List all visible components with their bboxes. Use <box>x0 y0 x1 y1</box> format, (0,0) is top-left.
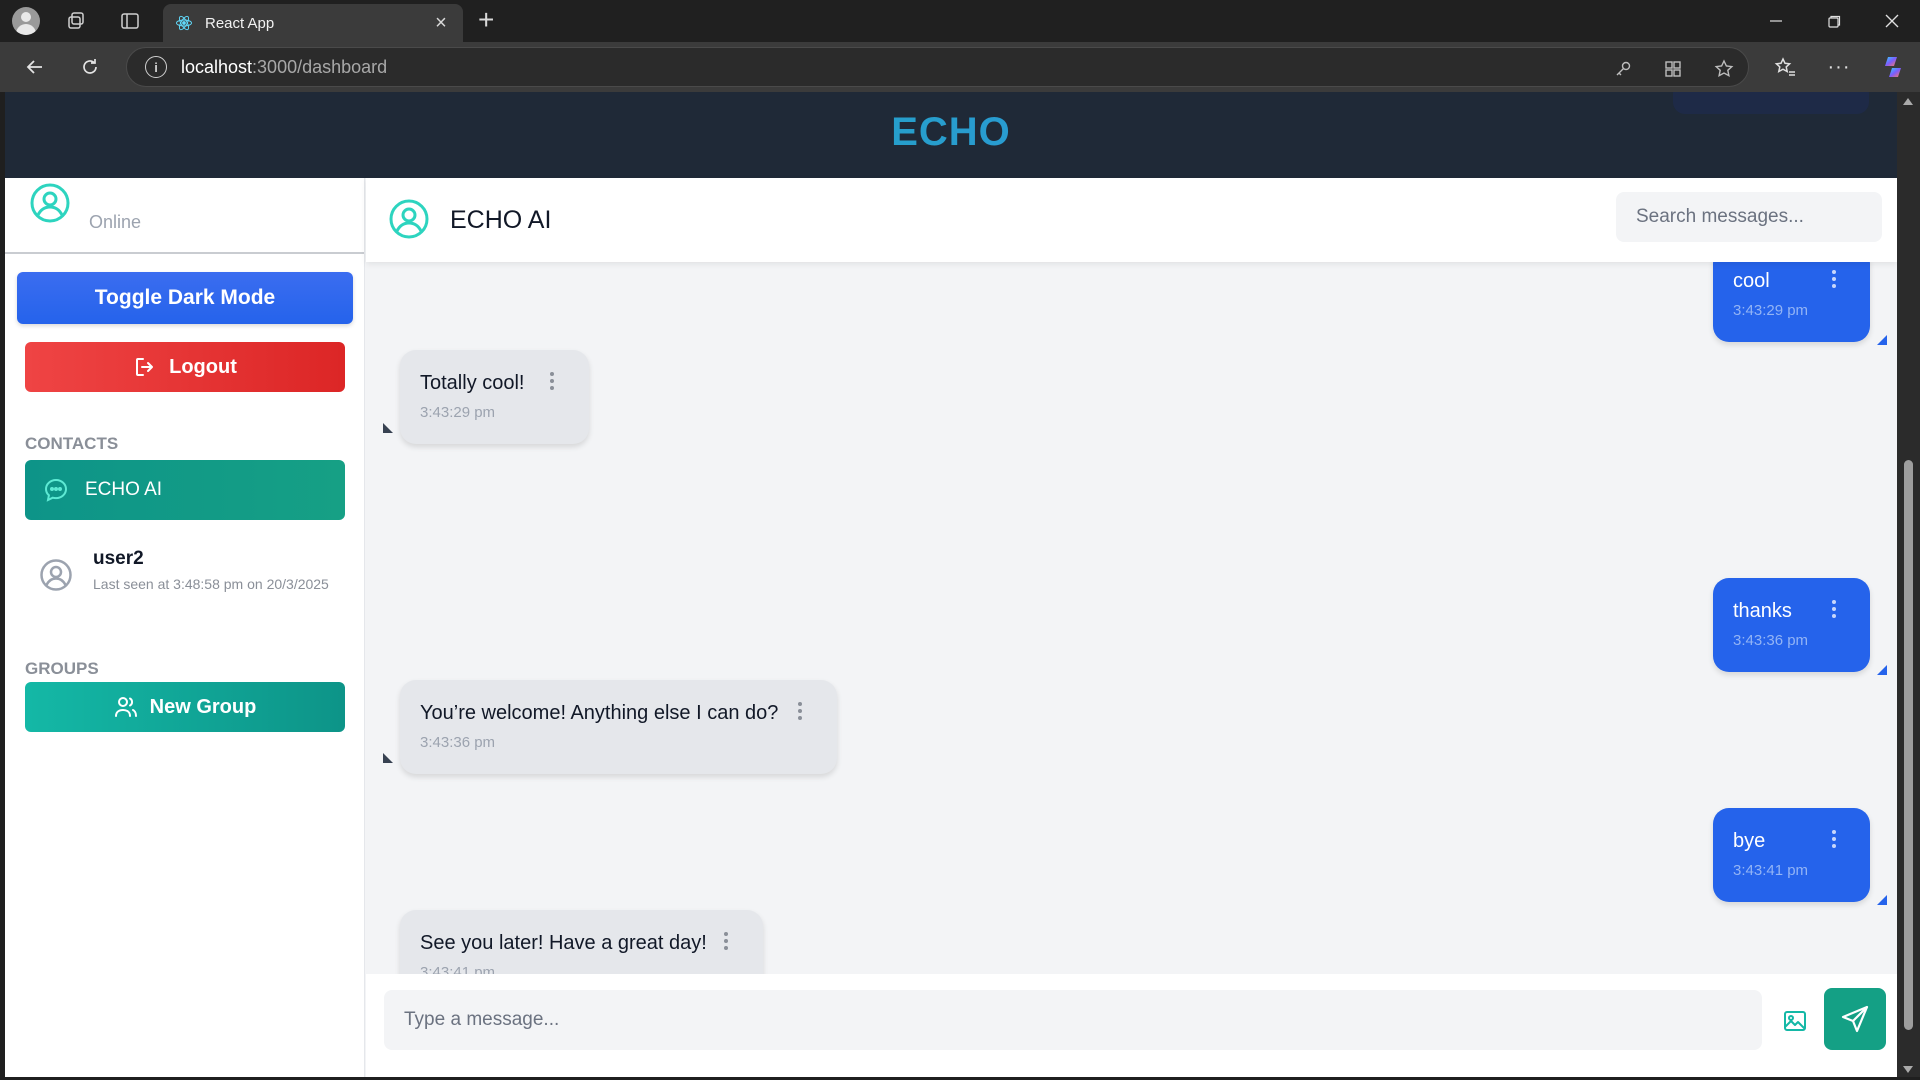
message-bubble-outgoing[interactable]: cool 3:43:29 pm <box>1713 262 1870 342</box>
message-time: 3:43:29 pm <box>1733 302 1809 319</box>
bubble-tail <box>1877 665 1887 675</box>
send-button[interactable] <box>1824 988 1886 1050</box>
back-icon[interactable] <box>20 52 50 82</box>
message-bubble-incoming[interactable]: Totally cool! 3:43:29 pm <box>400 350 589 444</box>
groups-heading: GROUPS <box>25 659 99 678</box>
message-text: You’re welcome! Anything else I can do? <box>420 702 779 724</box>
scroll-up-icon[interactable] <box>1903 98 1913 105</box>
profile-avatar-icon[interactable] <box>12 7 40 35</box>
contact-item-echo-ai[interactable]: ECHO AI <box>25 460 345 520</box>
contact-name: ECHO AI <box>85 479 163 500</box>
url-path: :3000/dashboard <box>252 56 388 77</box>
message-time: 3:43:41 pm <box>1733 862 1809 879</box>
message-menu-icon[interactable] <box>1832 600 1838 618</box>
logout-button[interactable]: Logout <box>25 342 345 392</box>
message-bubble-outgoing[interactable]: thanks 3:43:36 pm <box>1713 578 1870 672</box>
browser-toolbar: i localhost:3000/dashboard ··· <box>0 42 1920 92</box>
restore-icon[interactable] <box>1806 0 1862 42</box>
site-info-icon[interactable]: i <box>145 56 167 78</box>
url-host: localhost <box>181 56 253 77</box>
message-text: thanks <box>1733 600 1792 622</box>
user-avatar-icon <box>30 183 70 223</box>
app-page: ECHO Online Toggle Dark Mode Logout CONT… <box>5 92 1897 1077</box>
chat-bubble-icon <box>44 478 68 502</box>
app-header: ECHO <box>5 92 1897 178</box>
contact-last-seen: Last seen at 3:48:58 pm on 20/3/2025 <box>93 576 329 592</box>
current-user-panel: Online <box>5 178 364 254</box>
vertical-tabs-icon[interactable] <box>116 7 144 35</box>
scroll-down-icon[interactable] <box>1903 1066 1913 1073</box>
sidebar: Online Toggle Dark Mode Logout CONTACTS … <box>5 178 365 1077</box>
send-icon <box>1841 1005 1869 1033</box>
message-time: 3:43:36 pm <box>1733 632 1809 649</box>
react-favicon-icon <box>176 15 192 31</box>
copilot-icon[interactable] <box>1878 52 1908 82</box>
message-input[interactable] <box>384 990 1762 1050</box>
users-icon <box>114 697 137 717</box>
close-window-icon[interactable] <box>1864 0 1920 42</box>
logout-label: Logout <box>169 355 237 378</box>
chat-title: ECHO AI <box>450 206 552 234</box>
chat-header: ECHO AI <box>366 178 1897 262</box>
message-composer <box>366 974 1897 1077</box>
scrollbar-thumb[interactable] <box>1904 460 1913 1030</box>
minimize-icon[interactable] <box>1748 0 1804 42</box>
browser-tab-active[interactable]: React App × <box>163 4 463 42</box>
tab-close-icon[interactable]: × <box>431 12 451 35</box>
new-group-label: New Group <box>149 695 257 718</box>
address-bar[interactable]: i localhost:3000/dashboard <box>126 47 1749 87</box>
favorite-star-icon[interactable] <box>1713 58 1735 80</box>
more-options-icon[interactable]: ··· <box>1824 52 1854 82</box>
new-tab-icon[interactable]: + <box>478 6 494 34</box>
reload-icon[interactable] <box>75 52 105 82</box>
bubble-tail <box>1877 895 1887 905</box>
app-logo: ECHO <box>5 110 1897 155</box>
message-list[interactable]: cool 3:43:29 pm Totally cool! 3:43:29 pm… <box>366 262 1897 982</box>
bubble-tail <box>383 423 393 433</box>
message-text: bye <box>1733 830 1766 852</box>
message-menu-icon[interactable] <box>724 932 730 950</box>
bubble-tail <box>383 753 393 763</box>
image-icon[interactable] <box>1782 1008 1808 1034</box>
contact-name: user2 <box>93 548 144 569</box>
message-menu-icon[interactable] <box>798 702 804 720</box>
message-text: cool <box>1733 270 1770 292</box>
toggle-dark-mode-label: Toggle Dark Mode <box>94 286 276 309</box>
message-menu-icon[interactable] <box>1832 830 1838 848</box>
user-avatar-icon <box>40 559 72 591</box>
new-group-button[interactable]: New Group <box>25 682 345 732</box>
favorites-bar-icon[interactable] <box>1770 52 1800 82</box>
message-text: See you later! Have a great day! <box>420 932 707 954</box>
message-bubble-incoming[interactable]: You’re welcome! Anything else I can do? … <box>400 680 837 774</box>
message-menu-icon[interactable] <box>1832 270 1838 288</box>
toggle-dark-mode-button[interactable]: Toggle Dark Mode <box>17 272 353 324</box>
search-messages-input[interactable] <box>1616 192 1882 242</box>
message-bubble-outgoing[interactable]: bye 3:43:41 pm <box>1713 808 1870 902</box>
logout-icon <box>136 358 154 376</box>
message-bubble-incoming[interactable]: See you later! Have a great day! 3:43:41… <box>400 910 763 982</box>
message-menu-icon[interactable] <box>550 372 556 390</box>
bubble-tail <box>1877 335 1887 345</box>
page-scrollbar[interactable] <box>1897 92 1920 1077</box>
tab-title: React App <box>205 14 275 32</box>
workspaces-icon[interactable] <box>62 7 90 35</box>
contact-avatar-icon <box>389 199 429 239</box>
contacts-heading: CONTACTS <box>25 434 119 453</box>
message-text: Totally cool! <box>420 372 525 394</box>
user-status: Online <box>89 212 142 232</box>
message-time: 3:43:29 pm <box>420 404 496 421</box>
message-time: 3:43:36 pm <box>420 734 496 751</box>
browser-tab-strip: React App × + <box>0 0 1920 42</box>
contact-item-user2[interactable]: user2 Last seen at 3:48:58 pm on 20/3/20… <box>25 542 345 622</box>
key-icon[interactable] <box>1612 58 1634 80</box>
extensions-icon[interactable] <box>1662 58 1684 80</box>
